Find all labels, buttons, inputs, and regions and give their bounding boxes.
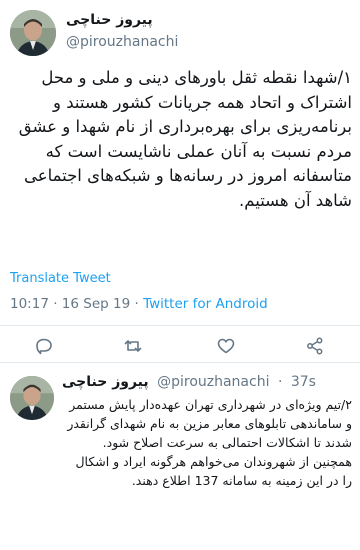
reply-header: پیروز حناچی @pirouzhanachi · 37s <box>62 374 354 390</box>
tweet-time: 10:17 <box>10 296 49 312</box>
tweet-text: ۱/شهدا نقطه ثقل باورهای دینی و ملی و محل… <box>18 68 352 210</box>
author-name[interactable]: پیروز حناچی <box>66 12 153 28</box>
heart-icon[interactable] <box>216 336 236 356</box>
author-name[interactable]: پیروز حناچی <box>62 374 149 390</box>
comment-icon[interactable] <box>34 336 54 356</box>
share-icon[interactable] <box>305 336 325 356</box>
reply-tweet-text: ۲/تیم ویژه‌ای در شهرداری تهران عهده‌دار … <box>62 395 352 490</box>
reply-tweet[interactable]: پیروز حناچی @pirouzhanachi · 37s ۲/تیم و… <box>0 364 360 550</box>
tweet-date: 16 Sep 19 <box>61 296 131 312</box>
reply-paragraph: همچنین از شهروندان می‌خواهم هرگونه ایراد… <box>75 454 352 488</box>
action-bar <box>0 336 360 356</box>
retweet-icon[interactable] <box>123 336 143 356</box>
tweet-meta: 10:17 · 16 Sep 19 · Twitter for Android <box>10 296 268 312</box>
divider <box>0 325 360 326</box>
author-handle[interactable]: @pirouzhanachi <box>66 34 178 50</box>
main-tweet: پیروز حناچی @pirouzhanachi ۱/شهدا نقطه ث… <box>0 0 360 355</box>
meta-separator: · <box>53 296 58 312</box>
divider <box>0 362 360 363</box>
meta-separator: · <box>277 374 283 390</box>
reply-paragraph: ۲/تیم ویژه‌ای در شهرداری تهران عهده‌دار … <box>67 397 352 450</box>
avatar[interactable] <box>10 376 54 420</box>
translate-tweet-link[interactable]: Translate Tweet <box>10 271 111 286</box>
author-handle[interactable]: @pirouzhanachi <box>157 374 269 390</box>
tweet-age: 37s <box>290 374 316 390</box>
meta-separator: · <box>134 296 139 312</box>
tweet-source-link[interactable]: Twitter for Android <box>143 296 268 312</box>
avatar[interactable] <box>10 10 56 56</box>
